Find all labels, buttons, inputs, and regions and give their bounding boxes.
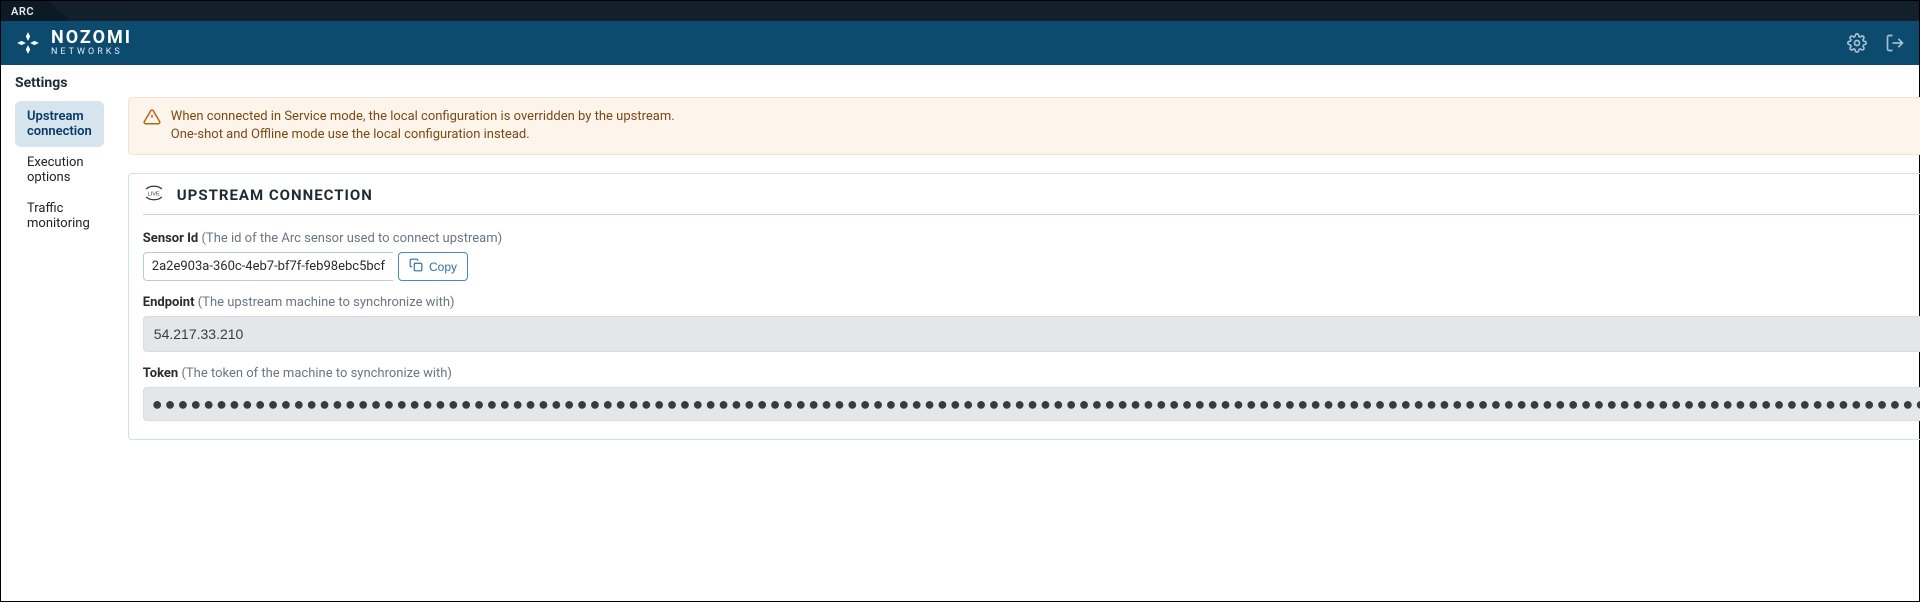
brand-mark-icon (15, 30, 41, 56)
sidebar-item-execution-options[interactable]: Execution options (15, 147, 104, 193)
alert-line2: One-shot and Offline mode use the local … (171, 126, 675, 144)
sensor-id-value: 2a2e903a-360c-4eb7-bf7f-feb98ebc5bcf (143, 252, 393, 281)
content-area: When connected in Service mode, the loca… (128, 97, 1920, 440)
copy-icon (409, 258, 423, 275)
service-mode-alert: When connected in Service mode, the loca… (128, 97, 1920, 155)
sidebar-item-label: Traffic monitoring (27, 201, 90, 231)
upstream-connection-panel: LIVE UPSTREAM CONNECTION Sensor Id (The … (128, 173, 1920, 440)
endpoint-input[interactable] (143, 316, 1920, 352)
brand-bottom: NETWORKS (51, 48, 132, 57)
settings-sidebar: Upstream connection Execution options Tr… (15, 97, 104, 243)
endpoint-label: Endpoint (143, 295, 195, 310)
header-bar: NOZOMI NETWORKS (1, 21, 1919, 65)
sensor-id-label: Sensor Id (143, 231, 198, 246)
sidebar-item-label: Execution options (27, 155, 84, 185)
page-title: Settings (1, 65, 1919, 97)
token-field: Token (The token of the machine to synch… (143, 366, 1920, 421)
token-input[interactable]: ●●●●●●●●●●●●●●●●●●●●●●●●●●●●●●●●●●●●●●●●… (152, 394, 1920, 415)
sensor-id-field: Sensor Id (The id of the Arc sensor used… (143, 231, 1920, 281)
token-hint: (The token of the machine to synchronize… (181, 366, 452, 381)
sensor-id-hint: (The id of the Arc sensor used to connec… (201, 231, 502, 246)
layout: Upstream connection Execution options Tr… (1, 97, 1919, 440)
brand-logo[interactable]: NOZOMI NETWORKS (15, 29, 132, 57)
panel-title: UPSTREAM CONNECTION (177, 186, 373, 204)
live-badge-icon: LIVE (143, 184, 165, 206)
sidebar-item-label: Upstream connection (27, 109, 92, 139)
alert-text: When connected in Service mode, the loca… (171, 108, 675, 144)
sensor-id-row: 2a2e903a-360c-4eb7-bf7f-feb98ebc5bcf Cop… (143, 252, 1920, 281)
endpoint-label-row: Endpoint (The upstream machine to synchr… (143, 295, 1920, 310)
token-row: ●●●●●●●●●●●●●●●●●●●●●●●●●●●●●●●●●●●●●●●●… (143, 387, 1920, 421)
svg-text:LIVE: LIVE (148, 192, 160, 198)
sidebar-item-traffic-monitoring[interactable]: Traffic monitoring (15, 193, 104, 239)
copy-sensor-id-button[interactable]: Copy (398, 252, 468, 281)
sidebar-item-upstream-connection[interactable]: Upstream connection (15, 101, 104, 147)
arc-tab-label: ARC (11, 5, 34, 18)
brand-top: NOZOMI (51, 29, 132, 47)
endpoint-hint: (The upstream machine to synchronize wit… (198, 295, 455, 310)
header-actions (1847, 33, 1905, 53)
arc-tab[interactable]: ARC (1, 1, 48, 21)
settings-gear-icon[interactable] (1847, 33, 1867, 53)
copy-button-label: Copy (429, 260, 457, 274)
logout-icon[interactable] (1885, 33, 1905, 53)
warning-triangle-icon (143, 108, 161, 130)
token-label-row: Token (The token of the machine to synch… (143, 366, 1920, 381)
panel-header: LIVE UPSTREAM CONNECTION (143, 184, 1920, 215)
brand-name: NOZOMI NETWORKS (51, 29, 132, 57)
endpoint-field: Endpoint (The upstream machine to synchr… (143, 295, 1920, 352)
token-label: Token (143, 366, 178, 381)
alert-line1: When connected in Service mode, the loca… (171, 108, 675, 126)
sensor-id-label-row: Sensor Id (The id of the Arc sensor used… (143, 231, 1920, 246)
top-tab-bar: ARC (1, 1, 1919, 21)
